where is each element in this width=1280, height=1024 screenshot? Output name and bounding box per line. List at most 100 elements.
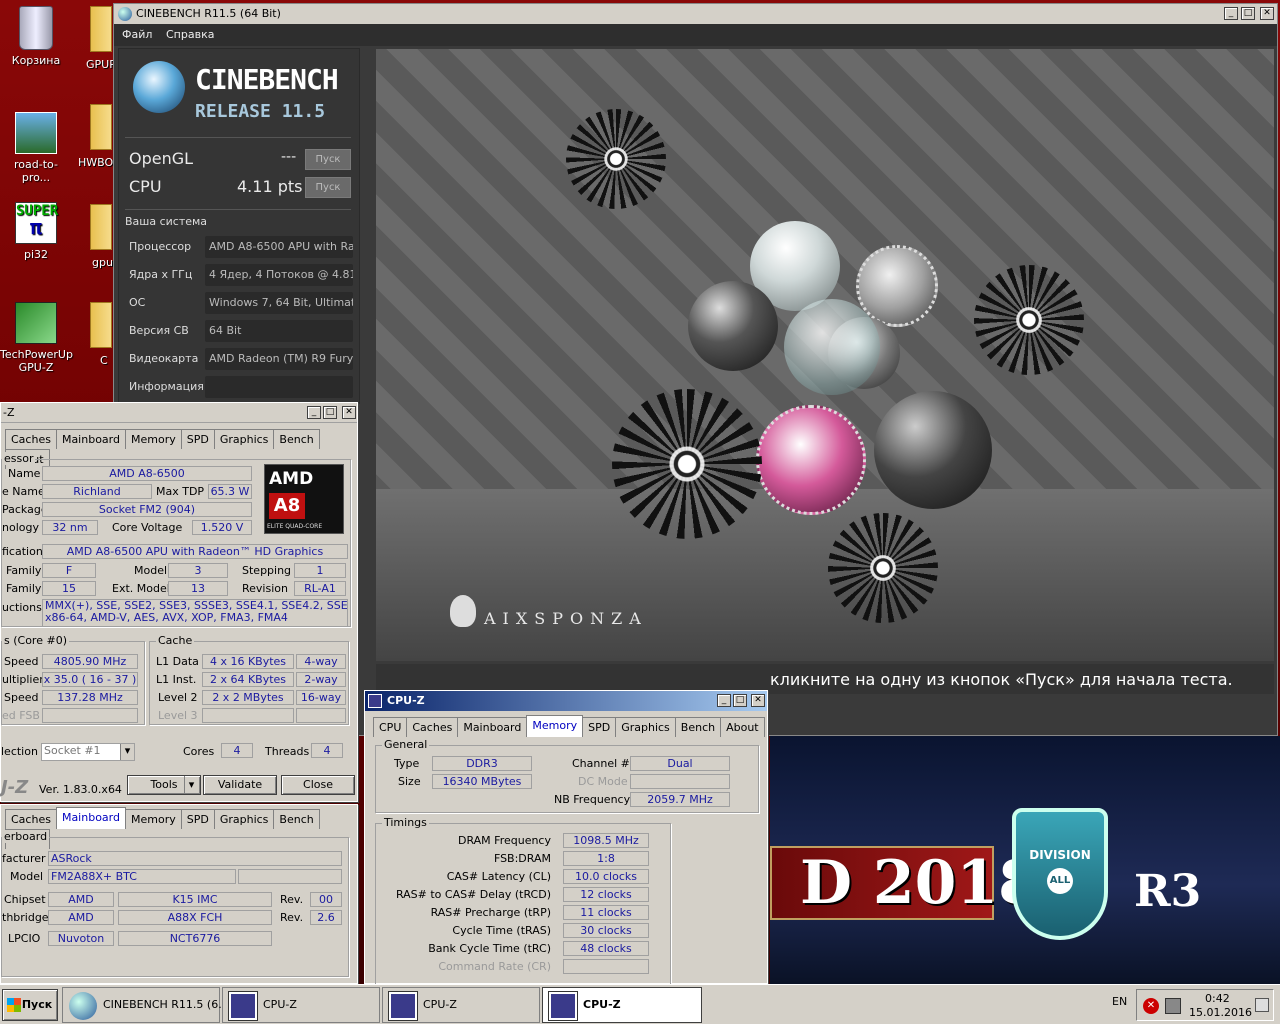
chevron-down-icon: ▾ — [120, 744, 134, 760]
close-icon[interactable]: ✕ — [1260, 7, 1274, 20]
cinebench-logo-icon — [133, 61, 185, 113]
cpuz-tabs: Caches Mainboard Memory SPD Graphics Ben… — [5, 429, 357, 469]
sys-info-row: Информация — [129, 376, 353, 398]
menu-help[interactable]: Справка — [166, 28, 214, 41]
model-value: FM2A88X+ BTC — [48, 869, 236, 884]
render-sphere — [756, 405, 866, 515]
folder-icon[interactable] — [90, 104, 112, 150]
cores-label: Cores — [183, 745, 215, 758]
start-button[interactable]: Пуск — [2, 989, 58, 1021]
opengl-run-button[interactable]: Пуск — [305, 149, 351, 170]
sys-key: Информация — [129, 380, 204, 393]
l2-ways: 16-way — [296, 690, 346, 705]
folder-icon[interactable] — [90, 204, 112, 250]
model-label: Model — [10, 870, 44, 883]
minimize-icon[interactable]: _ — [717, 694, 731, 707]
cpu-run-button[interactable]: Пуск — [305, 177, 351, 198]
tab-graphics[interactable]: Graphics — [213, 429, 275, 449]
cpuz-titlebar[interactable]: -Z _ □ ✕ — [1, 403, 357, 423]
monitor-icon[interactable] — [1165, 998, 1181, 1014]
codename-label: e Name — [2, 485, 45, 498]
aixsponza-logo: AIXSPONZA — [484, 609, 648, 628]
tab-mainboard[interactable]: Mainboard — [55, 807, 126, 829]
dc-mode-label: DC Mode — [578, 775, 628, 788]
maximize-icon[interactable]: □ — [733, 694, 747, 707]
tools-button[interactable]: Tools ▾ — [127, 775, 201, 795]
language-indicator[interactable]: EN — [1112, 995, 1127, 1008]
socket-select[interactable]: Socket #1 ▾ — [41, 743, 135, 761]
taskbar-item-cpuz-active[interactable]: CPU-Z — [542, 987, 702, 1023]
tab-memory[interactable]: Memory — [526, 715, 584, 737]
tab-memory[interactable]: Memory — [124, 809, 182, 829]
tab-caches[interactable]: Caches — [5, 809, 57, 829]
folder-label: C — [100, 354, 108, 367]
gpu-z-icon[interactable]: TechPowerUp GPU-Z — [0, 302, 73, 374]
tdp-label: Max TDP — [156, 485, 205, 498]
folder-icon[interactable] — [90, 6, 112, 52]
taskbar-item-cinebench[interactable]: CINEBENCH R11.5 (6... — [62, 987, 229, 1023]
tab-bench[interactable]: Bench — [273, 809, 320, 829]
opengl-label: OpenGL — [129, 149, 194, 168]
tab-about[interactable]: About — [720, 717, 765, 737]
package-label: Package — [2, 503, 48, 516]
tab-cpu[interactable]: CPU — [373, 717, 408, 737]
validate-button[interactable]: Validate — [203, 775, 277, 795]
folder-icon[interactable] — [90, 302, 112, 348]
maximize-icon[interactable]: □ — [323, 406, 337, 419]
tab-caches[interactable]: Caches — [406, 717, 459, 737]
menu-file[interactable]: Файл — [122, 28, 152, 41]
cinebench-titlebar[interactable]: CINEBENCH R11.5 (64 Bit) _ □ ✕ — [114, 4, 1277, 24]
tab-spd[interactable]: SPD — [180, 429, 215, 449]
tab-bench[interactable]: Bench — [674, 717, 722, 737]
rated-fsb-label: ed FSB — [2, 709, 40, 722]
timing-label: RAS# Precharge (tRP) — [430, 906, 551, 919]
minimize-icon[interactable]: _ — [1224, 7, 1238, 20]
cinebench-menubar: Файл Справка — [114, 24, 1277, 46]
cpuz-memory-titlebar[interactable]: CPU-Z _ □ ✕ — [365, 691, 767, 711]
model-rev-value — [238, 869, 342, 884]
banner-right-text: R3 — [1134, 866, 1202, 917]
show-desktop-icon[interactable] — [1255, 998, 1269, 1012]
cpuz-memory-window: CPU-Z _ □ ✕ CPU Caches Mainboard Memory … — [364, 690, 768, 985]
l3-ways — [296, 708, 346, 723]
type-value: DDR3 — [432, 756, 532, 771]
tab-bench[interactable]: Bench — [273, 429, 320, 449]
close-button[interactable]: Close — [281, 775, 355, 795]
clock-time[interactable]: 0:42 — [1205, 992, 1230, 1005]
taskbar-item-cpuz[interactable]: CPU-Z — [222, 987, 380, 1023]
tab-memory[interactable]: Memory — [124, 429, 182, 449]
tab-graphics[interactable]: Graphics — [213, 809, 275, 829]
network-error-icon[interactable]: ✕ — [1143, 998, 1159, 1014]
minimize-icon[interactable]: _ — [307, 406, 321, 419]
cinebench-logo: CINEBENCH RELEASE 11.5 — [133, 59, 355, 133]
clock-date[interactable]: 15.01.2016 — [1189, 1006, 1252, 1019]
l1i-label: L1 Inst. — [156, 673, 197, 686]
tab-graphics[interactable]: Graphics — [615, 717, 676, 737]
tab-caches[interactable]: Caches — [5, 429, 57, 449]
tab-spd[interactable]: SPD — [582, 717, 617, 737]
close-icon[interactable]: ✕ — [751, 694, 765, 707]
timing-label: FSB:DRAM — [493, 852, 551, 865]
amd-sub-text: ELITE QUAD-CORE — [267, 523, 323, 530]
southbridge-label: thbridge — [2, 911, 49, 924]
sys-value: 4 Ядер, 4 Потоков @ 4.81 ГГц — [205, 264, 353, 286]
bus-speed-label: Speed — [4, 691, 39, 704]
taskbar-item-cpuz[interactable]: CPU-Z — [382, 987, 540, 1023]
cinebench-icon — [69, 992, 97, 1020]
road-to-pro-icon[interactable]: road-to-pro... — [0, 112, 72, 184]
pi32-icon[interactable]: SUPER π pi32 — [0, 202, 72, 261]
tab-mainboard[interactable]: Mainboard — [55, 429, 126, 449]
render-dandelion — [612, 389, 762, 539]
close-icon[interactable]: ✕ — [342, 406, 356, 419]
tab-mainboard[interactable]: Mainboard — [457, 717, 528, 737]
logo-title: CINEBENCH — [195, 63, 339, 96]
timing-value: 11 clocks — [563, 905, 649, 920]
tab-spd[interactable]: SPD — [180, 809, 215, 829]
sys-info-field[interactable] — [205, 376, 353, 398]
family-value: F — [42, 563, 96, 578]
size-value: 16340 MBytes — [432, 774, 532, 789]
stepping-value: 1 — [294, 563, 346, 578]
recycle-bin-icon[interactable]: Корзина — [0, 6, 72, 67]
maximize-icon[interactable]: □ — [1241, 7, 1255, 20]
ext-model-label: Ext. Model — [112, 582, 170, 595]
